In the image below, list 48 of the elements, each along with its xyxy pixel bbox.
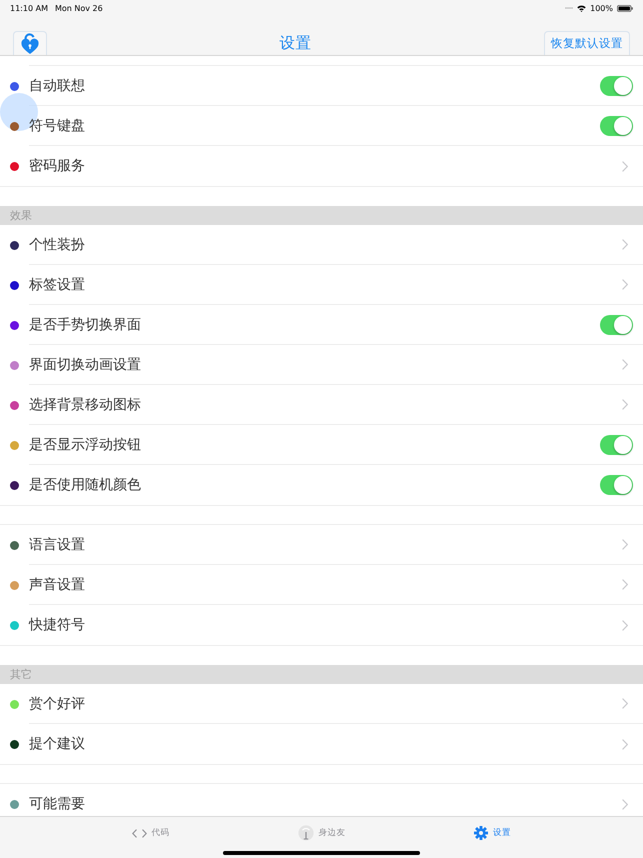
status-date: Mon Nov 26: [54, 4, 103, 12]
setting-label: 是否使用随机颜色: [29, 476, 142, 494]
antenna-icon: [298, 825, 314, 841]
setting-label: 密码服务: [29, 157, 86, 175]
section-header: 其它: [0, 665, 643, 684]
toggle-switch[interactable]: [600, 76, 633, 96]
toggle-switch[interactable]: [600, 314, 633, 334]
page-title: 设置: [280, 33, 312, 54]
chevron-right-icon: [622, 579, 628, 590]
setting-label: 界面切换动画设置: [29, 356, 142, 374]
status-time: 11:10 AM: [10, 4, 48, 12]
toggle-switch[interactable]: [600, 116, 633, 136]
battery-percent: 100%: [590, 4, 613, 12]
setting-label: 快捷符号: [29, 616, 86, 634]
chevron-right-icon: [622, 279, 628, 290]
toggle-switch[interactable]: [600, 434, 633, 454]
section-header: 效果: [0, 206, 643, 225]
code-icon: [132, 828, 146, 838]
chevron-right-icon: [622, 359, 628, 370]
tab-item[interactable]: 代码: [132, 826, 170, 840]
setting-label: 个性装扮: [29, 236, 86, 254]
tab-item[interactable]: 设置: [474, 826, 511, 840]
setting-label: 符号键盘: [29, 116, 86, 134]
chevron-right-icon: [622, 620, 628, 630]
chevron-right-icon: [622, 698, 628, 709]
setting-label: 声音设置: [29, 576, 86, 594]
lock-button[interactable]: [13, 31, 47, 55]
setting-label: 标签设置: [29, 276, 86, 294]
chevron-right-icon: [622, 798, 628, 810]
chevron-right-icon: [622, 539, 628, 550]
reset-defaults-button[interactable]: 恢复默认设置: [544, 31, 630, 55]
setting-label: 可能需要: [29, 795, 86, 813]
setting-label: 提个建议: [29, 735, 86, 753]
battery-icon: [617, 4, 633, 12]
settings-icon: [474, 826, 488, 840]
setting-label: 是否手势切换界面: [29, 316, 142, 334]
chevron-right-icon: [622, 160, 628, 172]
setting-label: 自动联想: [29, 76, 86, 94]
chevron-right-icon: [622, 239, 628, 250]
setting-label: 语言设置: [29, 536, 86, 554]
wifi-icon: [577, 4, 586, 12]
setting-label: 赏个好评: [29, 694, 86, 712]
setting-label: 是否显示浮动按钮: [29, 436, 142, 454]
chevron-right-icon: [622, 399, 628, 410]
setting-label: 选择背景移动图标: [29, 396, 142, 414]
tab-item[interactable]: 身边友: [298, 826, 346, 840]
toggle-switch[interactable]: [600, 475, 633, 495]
chevron-right-icon: [622, 738, 628, 750]
